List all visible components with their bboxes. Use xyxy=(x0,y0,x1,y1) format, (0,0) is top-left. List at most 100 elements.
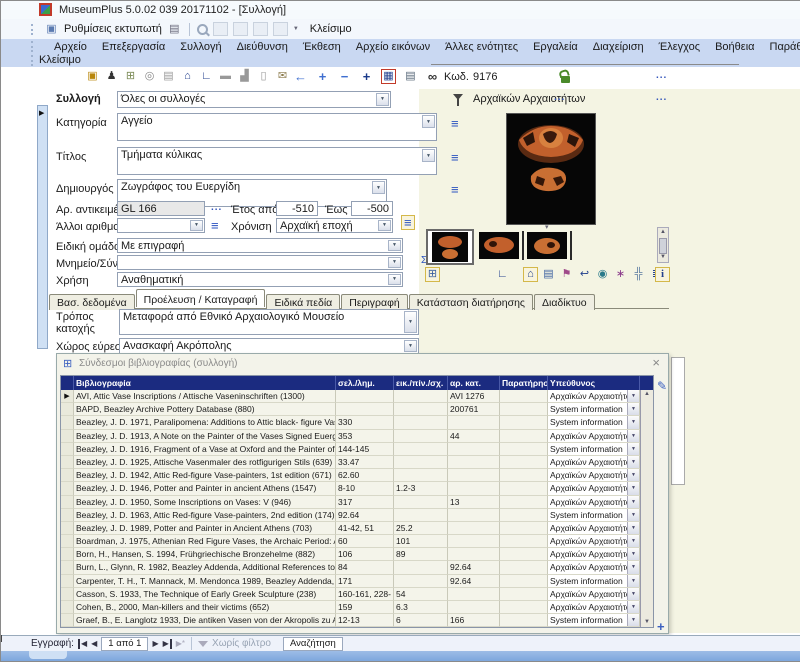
eye-icon[interactable]: ◎ xyxy=(142,69,157,84)
table-cell[interactable]: Casson, S. 1933, The Technique of Early … xyxy=(74,588,336,601)
table-cell[interactable] xyxy=(500,548,548,561)
home-icon[interactable]: ⌂ xyxy=(180,69,195,84)
chevron-down-icon[interactable]: ▼ xyxy=(404,340,417,352)
chevron-down-icon[interactable]: ▼ xyxy=(404,311,417,333)
record-selector-bar[interactable]: ▶ xyxy=(37,105,48,349)
last-record-button[interactable]: ▶ xyxy=(163,639,172,649)
table-row[interactable]: Beazley, J. D. 1916, Fragment of a Vase … xyxy=(61,443,640,456)
table-cell[interactable] xyxy=(448,509,500,522)
table-cell[interactable]: Beazley, J. D. 1950, Some Inscriptions o… xyxy=(74,496,336,509)
chevron-down-icon[interactable]: ▼ xyxy=(190,220,203,231)
row-marker[interactable] xyxy=(61,469,74,482)
window-icon[interactable]: ▣ xyxy=(44,22,59,37)
other-numbers-select[interactable]: ▼ xyxy=(117,218,205,233)
table-cell[interactable]: Cohen, B., 2000, Man-killers and their v… xyxy=(74,601,336,614)
row-marker[interactable] xyxy=(61,509,74,522)
chevron-down-icon[interactable]: ▼ xyxy=(627,443,639,455)
binoculars-icon[interactable]: ∞ xyxy=(425,69,440,84)
table-cell[interactable] xyxy=(500,575,548,588)
table-row[interactable]: Born, H., Hansen, S. 1994, Frühgriechisc… xyxy=(61,548,640,561)
table-cell[interactable] xyxy=(394,456,448,469)
table-row[interactable]: Beazley, J. D. 1913, A Note on the Paint… xyxy=(61,430,640,443)
thumbnail-1-selected[interactable] xyxy=(426,229,474,265)
menu-item-7[interactable]: Εργαλεία xyxy=(533,41,578,53)
table-cell[interactable] xyxy=(448,416,500,429)
edit-pencil-icon[interactable]: ✎ xyxy=(657,379,667,393)
row-marker[interactable] xyxy=(61,522,74,535)
table-cell[interactable]: Beazley, J. D. 1971, Paralipomena: Addit… xyxy=(74,416,336,429)
table-cell[interactable]: AVI 1276 xyxy=(448,390,500,403)
table-cell[interactable] xyxy=(448,535,500,548)
chevron-down-icon[interactable]: ▼ xyxy=(627,522,639,534)
info-icon[interactable]: i xyxy=(655,267,670,282)
table-row[interactable]: Beazley, J. D. 1989, Potter and Painter … xyxy=(61,522,640,535)
header-catalog-no[interactable]: αρ. κατ. xyxy=(448,376,500,390)
table-cell[interactable] xyxy=(500,522,548,535)
table-cell[interactable]: Beazley, J. D. 1925, Attische Vasenmaler… xyxy=(74,456,336,469)
back-arrow-icon[interactable]: ← xyxy=(293,69,308,84)
table-cell[interactable]: 41-42, 51 xyxy=(336,522,394,535)
scroll-up-icon[interactable]: ▲ xyxy=(641,390,653,399)
responsible-select[interactable]: System information▼ xyxy=(548,443,640,456)
responsible-select[interactable]: Αρχαϊκών Αρχαιοτήτων▼ xyxy=(548,522,640,535)
chevron-down-icon[interactable]: ▼ xyxy=(627,548,639,560)
filter-funnel-icon[interactable] xyxy=(198,641,208,647)
menu-item-11[interactable]: Παράθυρο xyxy=(770,41,800,53)
table-cell[interactable] xyxy=(394,469,448,482)
table-cell[interactable]: 317 xyxy=(336,496,394,509)
prev-record-button[interactable]: ◀ xyxy=(91,639,97,649)
table-cell[interactable] xyxy=(448,601,500,614)
table-cell[interactable] xyxy=(500,535,548,548)
scrollbar-thumb[interactable] xyxy=(659,238,667,254)
table-cell[interactable] xyxy=(448,456,500,469)
table-cell[interactable]: 92.64 xyxy=(336,509,394,522)
media-undo-icon[interactable]: ↩ xyxy=(577,267,592,282)
scroll-up-icon[interactable]: ▲ xyxy=(658,228,668,237)
table-cell[interactable] xyxy=(500,430,548,443)
table-cell[interactable]: 92.64 xyxy=(448,575,500,588)
menu-item-0[interactable]: Αρχείο xyxy=(54,41,87,53)
responsible-select[interactable]: System information▼ xyxy=(548,416,640,429)
table-cell[interactable]: Beazley, J. D. 1916, Fragment of a Vase … xyxy=(74,443,336,456)
table-cell[interactable]: 6.3 xyxy=(394,601,448,614)
header-responsible[interactable]: Υπεύθυνος xyxy=(548,376,640,390)
menu-item-5[interactable]: Αρχείο εικόνων xyxy=(356,41,430,53)
collection-select[interactable]: Όλες οι συλλογές ▼ xyxy=(117,91,391,108)
table-cell[interactable]: 84 xyxy=(336,561,394,574)
chevron-down-icon[interactable]: ▼ xyxy=(627,614,639,626)
table-row[interactable]: Beazley, J. D. 1950, Some Inscriptions o… xyxy=(61,496,640,509)
chevron-down-icon[interactable]: ▼ xyxy=(388,274,401,285)
table-cell[interactable]: 159 xyxy=(336,601,394,614)
table-cell[interactable]: 60 xyxy=(336,535,394,548)
responsible-select[interactable]: Αρχαϊκών Αρχαιοτήτων▼ xyxy=(548,588,640,601)
menu-item-3[interactable]: Διεύθυνση xyxy=(237,41,288,53)
table-row[interactable]: Burn, L., Glynn, R. 1982, Beazley Addend… xyxy=(61,561,640,574)
chevron-down-icon[interactable]: ▼ xyxy=(422,115,435,128)
tab-2[interactable]: Ειδικά πεδία xyxy=(266,294,340,310)
table-cell[interactable]: 160-161, 228- xyxy=(336,588,394,601)
table-cell[interactable]: 44 xyxy=(448,430,500,443)
printer-settings-button[interactable]: Ρυθμίσεις εκτυπωτή xyxy=(64,23,162,35)
table-cell[interactable] xyxy=(394,561,448,574)
add-row-button[interactable]: + xyxy=(657,619,665,634)
record-position[interactable]: 1 από 1 xyxy=(101,637,148,651)
search-icon[interactable] xyxy=(197,24,208,35)
table-cell[interactable]: 330 xyxy=(336,416,394,429)
responsible-select[interactable]: System information▼ xyxy=(548,509,640,522)
department-more-button[interactable]: ... xyxy=(554,92,565,103)
mail-icon[interactable]: ✉ xyxy=(275,69,290,84)
responsible-select[interactable]: System information▼ xyxy=(548,575,640,588)
header-bibliography[interactable]: Βιβλιογραφία xyxy=(74,376,336,390)
table-cell[interactable] xyxy=(394,403,448,416)
media-orgchart-icon[interactable]: ╬ xyxy=(631,267,646,282)
table-cell[interactable]: Carpenter, T. H., T. Mannack, M. Mendonc… xyxy=(74,575,336,588)
chevron-down-icon[interactable]: ▼ xyxy=(422,149,435,162)
table-cell[interactable]: Burn, L., Glynn, R. 1982, Beazley Addend… xyxy=(74,561,336,574)
table-cell[interactable] xyxy=(500,469,548,482)
table-cell[interactable] xyxy=(500,416,548,429)
responsible-select[interactable]: Αρχαϊκών Αρχαιοτήτων▼ xyxy=(548,482,640,495)
table-cell[interactable]: Born, H., Hansen, S. 1994, Frühgriechisc… xyxy=(74,548,336,561)
category-list-icon[interactable]: ≡ xyxy=(451,117,459,130)
row-marker[interactable] xyxy=(61,403,74,416)
table-cell[interactable] xyxy=(448,588,500,601)
